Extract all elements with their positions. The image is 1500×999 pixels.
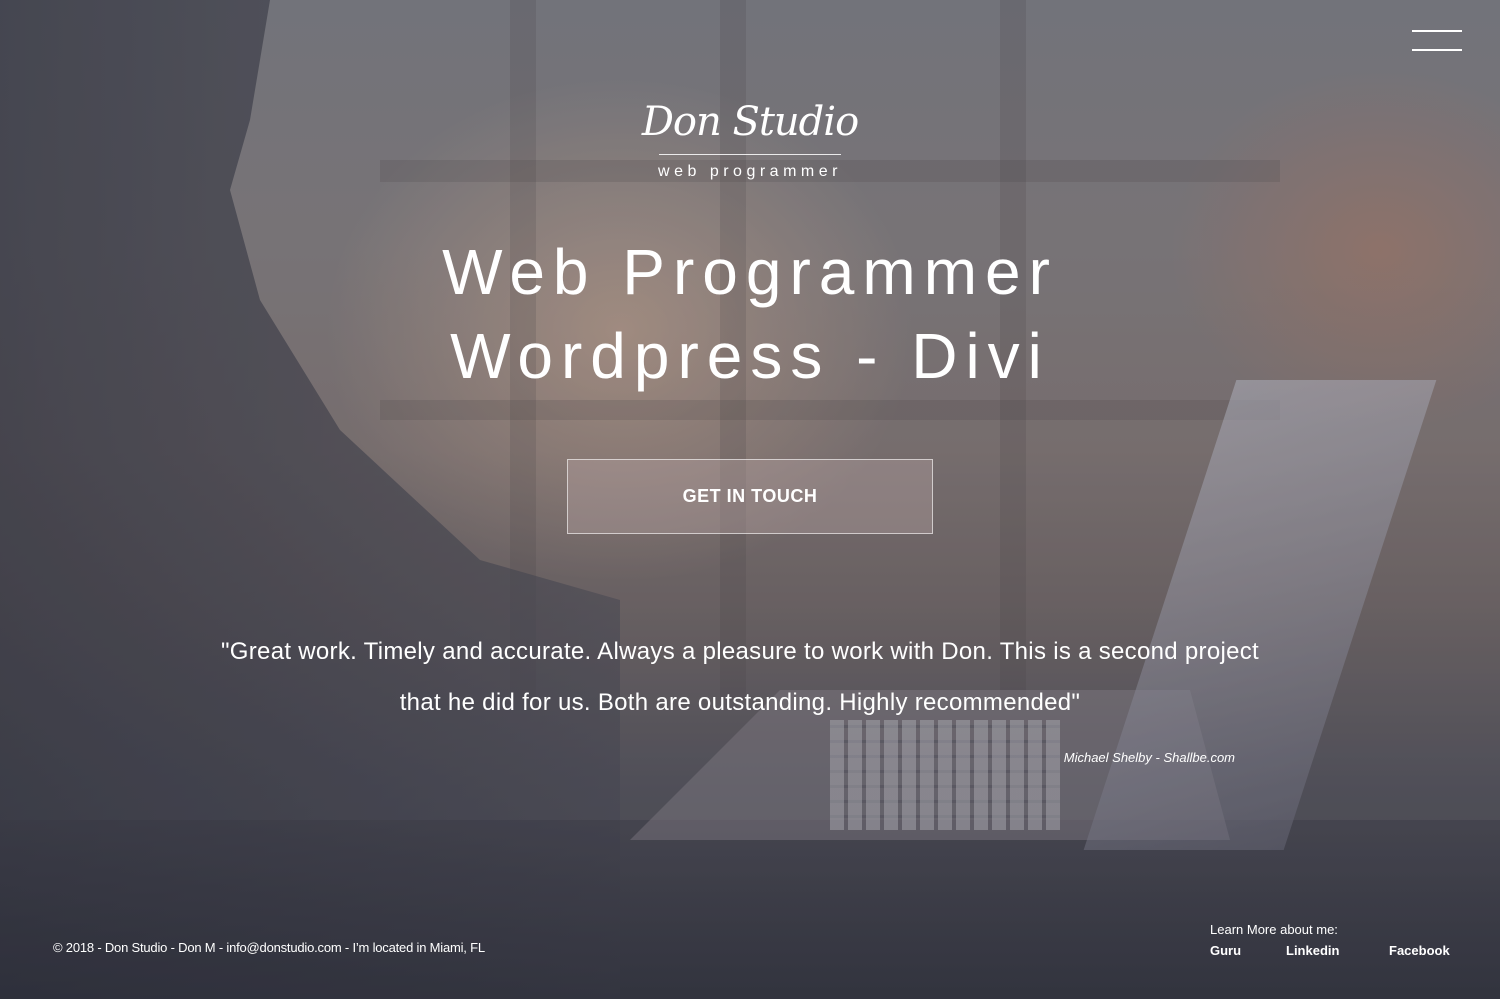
social-links: Guru Linkedin Facebook [1210,943,1480,958]
learn-more-label: Learn More about me: [1210,922,1338,937]
logo-divider [659,154,841,155]
testimonial-quote: "Great work. Timely and accurate. Always… [220,638,1260,716]
footer-social: Learn More about me: Guru Linkedin Faceb… [1210,922,1480,958]
testimonial-author: Michael Shelby - Shallbe.com [1063,750,1235,765]
hero-title-line: Wordpress - Divi [450,320,1050,392]
guru-link[interactable]: Guru [1210,943,1286,958]
footer-copyright: © 2018 - Don Studio - Don M - info@donst… [53,940,485,955]
get-in-touch-button[interactable]: GET IN TOUCH [567,459,933,534]
facebook-link[interactable]: Facebook [1389,943,1450,958]
hamburger-menu-icon[interactable] [1412,30,1462,52]
logo-name: Don Studio [641,99,859,145]
menu-line [1412,30,1462,32]
site-logo[interactable]: Don Studio web programmer [620,92,880,181]
logo-tagline: web programmer [658,163,842,180]
hero-title: Web Programmer Wordpress - Divi [300,230,1200,398]
linkedin-link[interactable]: Linkedin [1286,943,1389,958]
menu-line [1412,49,1462,51]
hero-title-line: Web Programmer [442,236,1058,308]
